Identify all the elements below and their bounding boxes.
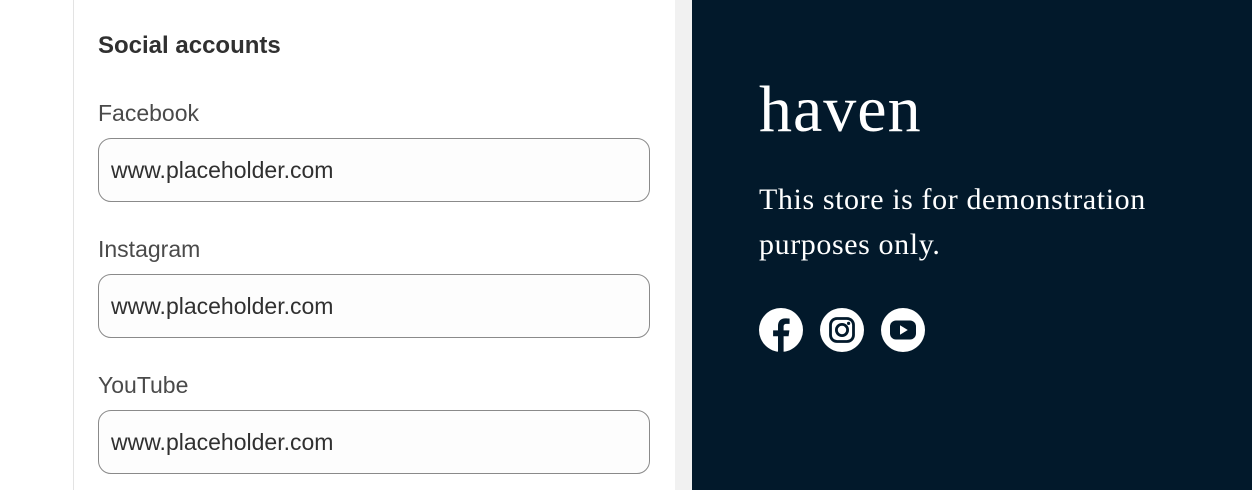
brand-name: haven [759, 73, 922, 146]
youtube-icon[interactable] [881, 308, 925, 352]
social-icons-row [759, 308, 925, 352]
instagram-label: Instagram [98, 236, 201, 262]
settings-panel: Social accounts Facebook Instagram YouTu… [74, 0, 675, 490]
facebook-label: Facebook [98, 100, 200, 126]
youtube-label: YouTube [98, 372, 189, 398]
footer-preview: haven This store is for demonstration pu… [692, 0, 1252, 490]
facebook-url-input[interactable] [98, 138, 650, 202]
facebook-icon[interactable] [759, 308, 803, 352]
instagram-url-input[interactable] [98, 274, 650, 338]
section-title: Social accounts [98, 32, 281, 59]
store-tagline: This store is for demonstration purposes… [759, 183, 1146, 261]
instagram-icon[interactable] [820, 308, 864, 352]
youtube-url-input[interactable] [98, 410, 650, 474]
panel-divider [675, 0, 692, 490]
left-gutter [0, 0, 74, 490]
